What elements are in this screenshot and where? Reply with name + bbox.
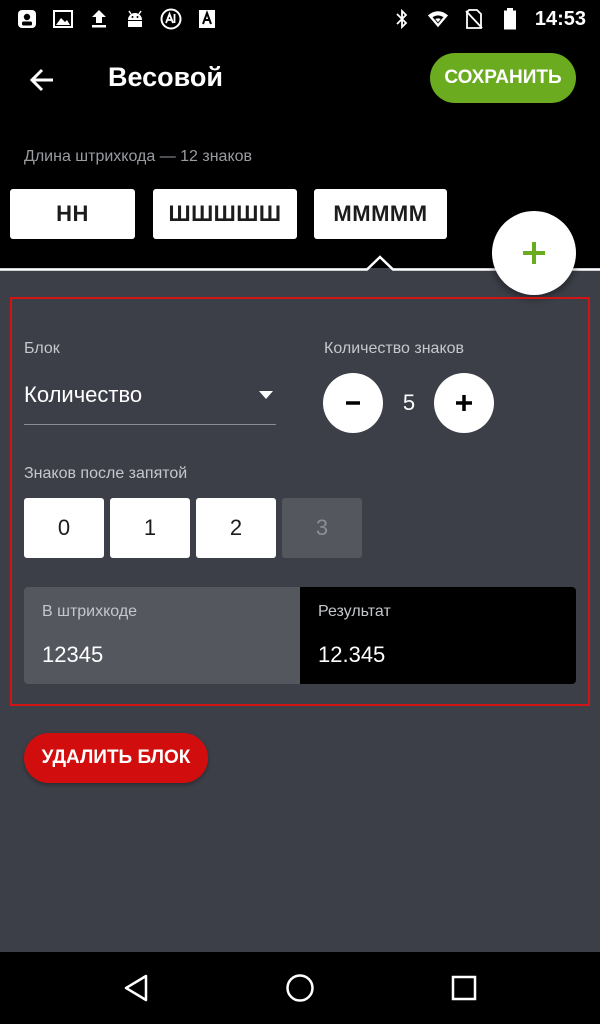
minus-icon: [346, 401, 360, 405]
decimals-option[interactable]: 2: [196, 498, 276, 558]
decrement-button[interactable]: [323, 373, 383, 433]
arrow-back-icon: [29, 68, 53, 92]
result-value: 12.345: [318, 642, 386, 667]
page-title: Весовой: [108, 62, 224, 92]
back-triangle-icon: [124, 974, 148, 1002]
wifi-icon: [427, 8, 449, 30]
ai-circle-icon: [160, 8, 182, 30]
status-time: 14:53: [534, 7, 586, 30]
plus-icon: [456, 395, 472, 411]
barcode-block-chip[interactable]: НН: [10, 189, 135, 239]
decimals-option[interactable]: 0: [24, 498, 104, 558]
block-label: Блок: [24, 340, 60, 357]
conversion-preview: В штрихкоде 12345 Результат 12.345: [24, 587, 576, 684]
barcode-block-chip[interactable]: ШШШШШ: [153, 189, 297, 239]
result-box: Результат 12.345: [300, 587, 576, 684]
result-label: Результат: [318, 603, 391, 620]
nav-home-button[interactable]: [284, 972, 316, 1004]
save-button[interactable]: СОХРАНИТЬ: [430, 53, 576, 103]
no-sim-icon: [463, 8, 485, 30]
bluetooth-icon: [391, 8, 413, 30]
navigation-bar: [0, 952, 600, 1024]
block-type-value: Количество: [24, 382, 143, 407]
battery-icon: [499, 8, 521, 30]
in-barcode-label: В штрихкоде: [42, 603, 138, 620]
decimals-option-disabled: 3: [282, 498, 362, 558]
barcode-length-label: Длина штрихкода — 12 знаков: [24, 148, 253, 165]
image-icon: [52, 8, 74, 30]
plus-icon: [523, 242, 545, 264]
back-button[interactable]: [20, 60, 64, 100]
nav-back-button[interactable]: [120, 972, 152, 1004]
digit-count-value: 5: [402, 390, 416, 415]
increment-button[interactable]: [434, 373, 494, 433]
android-icon: [124, 8, 146, 30]
status-bar: 14:53: [0, 0, 600, 38]
block-type-dropdown[interactable]: Количество: [24, 370, 276, 425]
in-barcode-box: В штрихкоде 12345: [24, 587, 300, 684]
delete-block-button[interactable]: УДАЛИТЬ БЛОК: [24, 733, 208, 783]
font-a-icon: [196, 8, 218, 30]
nav-recents-button[interactable]: [448, 972, 480, 1004]
dropdown-arrow-icon: [259, 391, 273, 399]
upload-icon: [88, 8, 110, 30]
barcode-block-chip-selected[interactable]: ММММM: [314, 189, 447, 239]
in-barcode-value: 12345: [42, 642, 104, 667]
account-badge-icon: [16, 8, 38, 30]
home-circle-icon: [286, 974, 314, 1002]
add-block-button[interactable]: [492, 211, 576, 295]
decimals-option[interactable]: 1: [110, 498, 190, 558]
digit-count-label: Количество знаков: [324, 340, 465, 357]
recents-square-icon: [451, 975, 477, 1001]
decimals-label: Знаков после запятой: [24, 465, 188, 482]
